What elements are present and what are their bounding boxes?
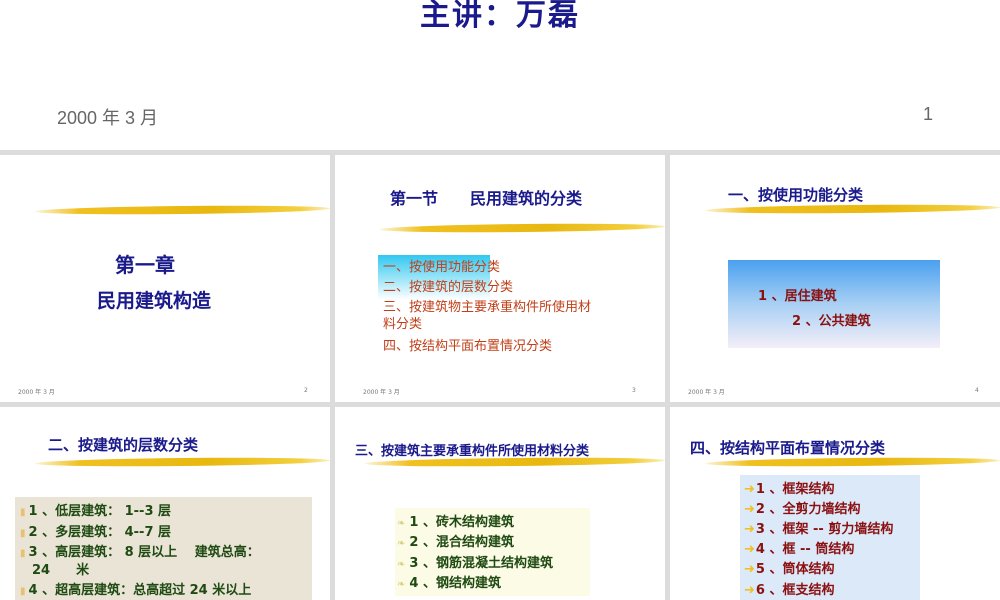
leaf-bullet-icon: ❧: [397, 579, 406, 590]
slide-date: 2000 年 3 月: [18, 389, 55, 396]
list-item: 四、按结构平面布置情况分类: [383, 339, 553, 354]
list-item: 3 、钢筋混凝土结构建筑: [409, 556, 553, 571]
list-item: 2 、全剪力墙结构: [755, 502, 861, 517]
chapter-title: 民用建筑构造: [97, 290, 212, 312]
slide-date: 2000 年 3 月: [363, 389, 400, 396]
slide-number: 4: [975, 387, 979, 394]
slide-thumbnail-2[interactable]: 第一章 民用建筑构造 2000 年 3 月 2: [0, 155, 330, 402]
arrow-bullet-icon: ➜: [744, 502, 755, 517]
list-item: 1 、低层建筑： 1--3 层: [28, 504, 172, 519]
list-item: 2 、公共建筑: [792, 314, 871, 329]
chapter-number: 第一章: [115, 253, 175, 277]
arrow-bullet-icon: ➜: [744, 542, 755, 557]
arrow-bullet-icon: ➜: [744, 562, 755, 577]
brush-stroke: [704, 456, 1000, 468]
leaf-bullet-icon: ❧: [397, 538, 406, 549]
list-item: 4 、框 -- 筒结构: [755, 542, 855, 557]
list-item: 6 、框支结构: [755, 583, 835, 598]
slide-title: 四、按结构平面布置情况分类: [690, 439, 886, 457]
slide-title: 一、按使用功能分类: [728, 186, 864, 204]
arrow-bullet-icon: ➜: [744, 522, 755, 537]
brush-stroke: [704, 203, 1000, 215]
bullet-icon: ▮: [20, 586, 26, 597]
slide-title: 第一节 民用建筑的分类: [390, 189, 583, 208]
brush-stroke: [379, 222, 665, 234]
list-item: 2 、混合结构建筑: [409, 535, 514, 550]
list-item: 5 、筒体结构: [755, 562, 835, 577]
slide-title: 二、按建筑的层数分类: [48, 436, 199, 454]
list-item: 料分类: [383, 317, 423, 332]
arrow-bullet-icon: ➜: [744, 482, 755, 497]
list-item: 二、按建筑的层数分类: [383, 280, 514, 295]
list-item: 3 、框架 -- 剪力墙结构: [755, 522, 894, 537]
list-item: 1 、砖木结构建筑: [409, 515, 514, 530]
slide-date: 2000 年 3 月: [57, 108, 159, 128]
brush-stroke: [34, 204, 330, 216]
slide-thumbnail-4[interactable]: 一、按使用功能分类 1 、居住建筑 2 、公共建筑 2000 年 3 月 4: [670, 155, 1000, 402]
lecturer-name: 主讲：万磊: [420, 0, 580, 33]
list-item: 一、按使用功能分类: [383, 260, 501, 275]
slide-thumbnail-5[interactable]: 二、按建筑的层数分类 ▮ 1 、低层建筑： 1--3 层 ▮ 2 、多层建筑： 4-…: [0, 407, 330, 600]
bullet-icon: ▮: [20, 548, 26, 559]
leaf-bullet-icon: ❧: [397, 518, 406, 529]
title-slide[interactable]: 主讲：万磊 2000 年 3 月 1: [0, 0, 1000, 150]
arrow-bullet-icon: ➜: [744, 583, 755, 598]
highlight-box: [728, 260, 940, 348]
slide-thumbnail-6[interactable]: 三、按建筑主要承重构件所使用材料分类 ❧ 1 、砖木结构建筑 ❧ 2 、混合结构建筑…: [335, 407, 665, 600]
bullet-icon: ▮: [20, 507, 26, 518]
slide-number: 2: [304, 387, 308, 394]
list-item: 1 、居住建筑: [758, 289, 837, 304]
bullet-icon: ▮: [20, 528, 26, 539]
brush-stroke: [34, 456, 330, 468]
slide-number: 1: [923, 104, 934, 124]
slide-thumbnail-7[interactable]: 四、按结构平面布置情况分类 ➜1 、框架结构 ➜2 、全剪力墙结构 ➜3 、框架…: [670, 407, 1000, 600]
slide-number: 3: [632, 387, 636, 394]
slide-title: 三、按建筑主要承重构件所使用材料分类: [355, 444, 590, 459]
list-item: 4 、钢结构建筑: [409, 576, 501, 591]
list-item: 3 、高层建筑： 8 层以上 建筑总高：: [28, 545, 260, 560]
slide-thumbnail-3[interactable]: 第一节 民用建筑的分类 一、按使用功能分类 二、按建筑的层数分类 三、按建筑物主…: [335, 155, 665, 402]
leaf-bullet-icon: ❧: [397, 559, 406, 570]
list-item: 2 、多层建筑： 4--7 层: [28, 525, 172, 540]
list-item: 4 、超高层建筑：总高超过 24 米以上: [28, 583, 252, 598]
list-item: 1 、框架结构: [755, 482, 835, 497]
list-item: 24 米: [32, 563, 90, 578]
slide-date: 2000 年 3 月: [688, 389, 725, 396]
